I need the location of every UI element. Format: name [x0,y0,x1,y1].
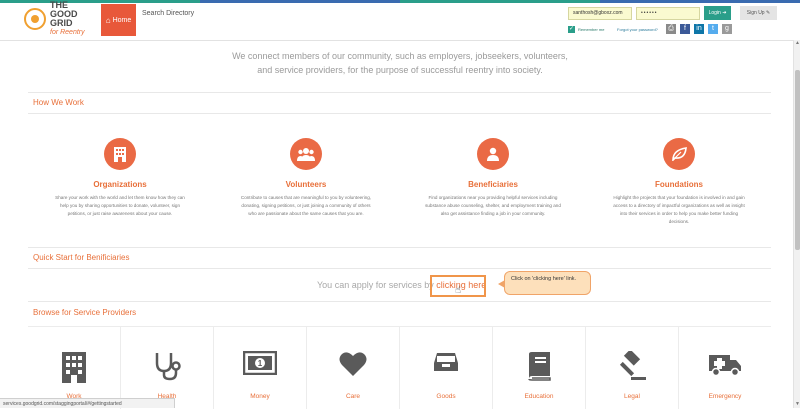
section-divider [28,268,771,269]
gavel-icon [619,351,646,380]
book-icon [528,352,551,381]
group-icon[interactable] [290,138,322,170]
inbox-icon [434,353,458,371]
provider-goods[interactable]: Goods [400,327,493,409]
logo-icon [24,8,46,30]
building-icon[interactable] [104,138,136,170]
card-beneficiaries: Beneficiaries Find organizations near yo… [415,138,571,218]
provider-care[interactable]: Care [307,327,400,409]
card-foundations: Foundations Highlight the projects that … [601,138,757,226]
signup-label: Sign Up [746,10,765,16]
card-title[interactable]: Foundations [601,180,757,189]
section-divider [28,113,771,114]
home-button[interactable]: ⌂ Home [101,4,136,36]
building-icon [62,352,86,383]
svg-text:1: 1 [258,359,263,368]
provider-label: Emergency [708,393,742,400]
provider-label: Money [250,393,270,400]
provider-categories: Work Health 1 Money Care Goods Education… [28,326,771,409]
provider-label: Education [524,393,554,400]
browse-providers-title: Browse for Service Providers [33,308,137,317]
provider-label: Legal [624,393,640,400]
provider-label: Goods [436,393,456,400]
print-icon[interactable]: ⎙ [666,24,676,34]
ambulance-icon [709,355,741,377]
card-title[interactable]: Organizations [42,180,198,189]
logo-text-grid: GRID [50,18,73,28]
money-icon: 1 [243,351,277,375]
login-label: Login [708,10,721,16]
leaf-icon[interactable] [663,138,695,170]
mission-statement: We connect members of our community, suc… [232,51,568,75]
scrollbar-thumb[interactable] [795,70,800,250]
home-label: Home [112,16,132,24]
provider-legal[interactable]: Legal [586,327,679,409]
login-button[interactable]: Login ➜ [704,6,731,20]
login-email-input[interactable]: santhosh@gboxz.com [568,7,632,20]
provider-money[interactable]: 1 Money [214,327,307,409]
color-stripe [0,0,800,3]
provider-health[interactable]: Health [121,327,214,409]
person-icon[interactable] [477,138,509,170]
top-navbar: THE GOOD GRID for Reentry ⌂ Home Search … [0,0,800,41]
apply-text: You can apply for services by [317,280,434,290]
linkedin-icon[interactable]: in [694,24,704,34]
logo-tagline: for Reentry [50,29,85,36]
scroll-up-icon[interactable]: ▲ [794,40,800,47]
card-title[interactable]: Beneficiaries [415,180,571,189]
twitter-icon[interactable]: t [708,24,718,34]
card-description: Find organizations near you providing he… [425,195,561,216]
search-directory-link[interactable]: Search Directory [142,10,194,17]
edit-icon: ✎ [765,10,771,16]
section-divider [28,301,771,302]
card-title[interactable]: Volunteers [228,180,384,189]
facebook-icon[interactable]: f [680,24,690,34]
remember-me-checkbox[interactable]: ✓ Remember me [568,26,604,33]
forgot-password-link[interactable]: Forgot your password? [617,27,658,32]
section-divider [28,247,771,248]
social-links: ⎙ f in t g [666,24,736,34]
provider-label: Care [345,393,361,400]
logo[interactable]: THE GOOD GRID for Reentry [24,1,100,36]
heart-icon [339,352,367,376]
hand-cursor-icon: ☝ [455,285,462,296]
instruction-callout: Click on 'clicking here' link. [498,271,591,295]
provider-work[interactable]: Work [28,327,121,409]
provider-education[interactable]: Education [493,327,586,409]
home-icon: ⌂ [105,15,111,25]
checkbox-checked-icon: ✓ [568,26,575,33]
quick-start-title: Quick Start for Benificiaries [33,253,130,262]
card-description: Contribute to causes that are meaningful… [240,195,372,216]
how-we-work-title: How We Work [33,98,84,107]
stethoscope-icon [155,353,181,381]
provider-emergency[interactable]: Emergency [679,327,771,409]
vertical-scrollbar[interactable]: ▲ ▼ [793,40,800,408]
card-description: Highlight the projects that your foundat… [613,195,745,224]
card-description: Share your work with the world and let t… [55,195,185,216]
remember-me-label: Remember me [578,27,605,32]
google-icon[interactable]: g [722,24,732,34]
card-volunteers: Volunteers Contribute to causes that are… [228,138,384,218]
scroll-down-icon[interactable]: ▼ [794,401,800,408]
card-organizations: Organizations Share your work with the w… [42,138,198,218]
section-divider [28,92,771,93]
browser-status-bar: services.goodgrid.com/staggingportal/#/g… [0,398,175,408]
signup-button[interactable]: Sign Up ✎ [740,6,777,20]
login-icon: ➜ [722,10,727,16]
login-password-input[interactable]: •••••• [636,7,700,20]
